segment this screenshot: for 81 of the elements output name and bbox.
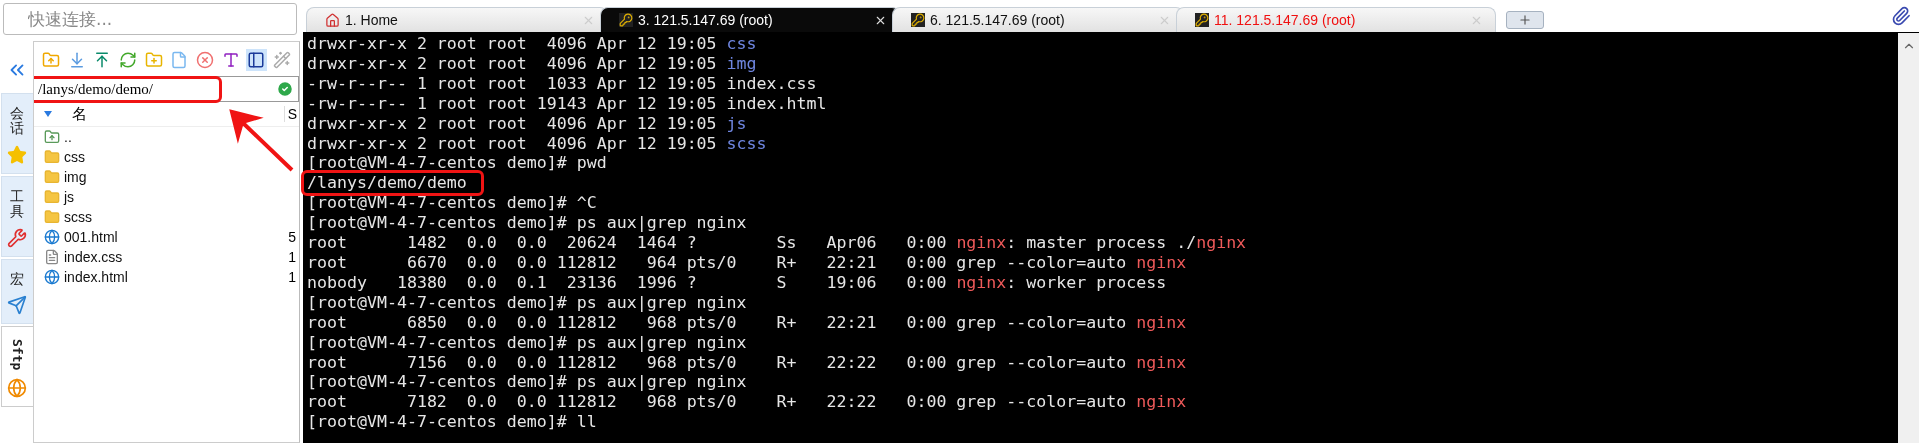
terminal-line: root 1482 0.0 0.0 20624 1464 ? Ss Apr06 0:00 nginx: master process ./nginx (307, 233, 1247, 253)
key-icon (1195, 13, 1209, 27)
side-tab-label: Sftp (9, 338, 25, 371)
delete-icon (196, 51, 215, 69)
key-icon (911, 13, 925, 27)
side-tab[interactable]: 宏 (0, 258, 33, 324)
home-icon (325, 12, 340, 28)
star-icon (7, 144, 27, 165)
parent-folder-icon (44, 129, 60, 145)
terminal-line: drwxr-xr-x 2 root root 4096 Apr 12 19:05 js (307, 113, 747, 134)
plus-icon (1518, 13, 1532, 27)
path-text: /lanys/demo/demo/ (34, 78, 219, 100)
folder-icon (44, 169, 60, 185)
terminal-line: -rw-r--r-- 1 root root 19143 Apr 12 19:05 index.html (307, 93, 827, 114)
tab-label: 1. Home (345, 12, 399, 28)
terminal-line: [root@VM-4-7-centos demo]# ll (307, 412, 597, 433)
file-size: 1 (288, 249, 297, 265)
side-tab[interactable]: 会话 (0, 93, 33, 174)
terminal-line: nobody 18380 0.0 0.1 23136 1996 ? S 19:06 0:00 nginx: worker process (307, 272, 1167, 293)
terminal-line: [root@VM-4-7-centos demo]# ps aux|grep nginx (307, 292, 747, 313)
panel-icon (247, 51, 266, 69)
paperclip-icon[interactable] (1891, 6, 1911, 26)
wand-icon (273, 51, 292, 69)
file-icon (170, 51, 189, 69)
tab-label: 6. 121.5.147.69 (root) (930, 12, 1066, 28)
tab-label: 11. 121.5.147.69 (root) (1214, 12, 1357, 28)
side-tab-label: 工具 (10, 188, 24, 220)
folder-icon (44, 189, 60, 205)
key-icon (619, 13, 633, 27)
panel-button[interactable] (245, 49, 268, 71)
file-name[interactable]: index.css (64, 249, 123, 265)
side-tab-label: 宏 (10, 271, 24, 287)
browser-file-icon (44, 229, 60, 245)
new-tab-button[interactable] (1506, 11, 1544, 29)
file-icon (44, 249, 60, 265)
terminal-line: [root@VM-4-7-centos demo]# ps aux|grep nginx (307, 332, 747, 353)
column-header[interactable]: S (283, 106, 299, 122)
terminal-line: [root@VM-4-7-centos demo]# pwd (307, 153, 607, 174)
path-field[interactable]: /lanys/demo/demo/ (34, 76, 299, 102)
file-name[interactable]: scss (64, 209, 92, 225)
file-size: 1 (288, 269, 297, 285)
sort-caret-icon (44, 111, 52, 117)
refresh-icon (118, 51, 137, 69)
tab-label: 3. 121.5.147.69 (root) (638, 12, 774, 28)
terminal-line: root 6670 0.0 0.0 112812 964 pts/0 R+ 22:21 0:00 grep --color=auto nginx (307, 252, 1187, 273)
check-icon[interactable] (276, 80, 294, 98)
terminal-line: root 6850 0.0 0.0 112812 968 pts/0 R+ 22:21 0:00 grep --color=auto nginx (307, 312, 1187, 333)
paper-plane-icon (7, 294, 27, 315)
file-size: 5 (288, 229, 297, 245)
text-icon (221, 51, 240, 69)
terminal-line: drwxr-xr-x 2 root root 4096 Apr 12 19:05 img (307, 53, 757, 74)
file-name[interactable]: 001.html (64, 229, 118, 245)
terminal-line: root 7156 0.0 0.0 112812 968 pts/0 R+ 22:22 0:00 grep --color=auto nginx (307, 352, 1187, 373)
folder-icon (44, 149, 60, 165)
wrench-icon (7, 227, 27, 248)
side-tab[interactable]: 工具 (0, 175, 33, 257)
session-tab[interactable]: 11. 121.5.147.69 (root) (1176, 7, 1496, 32)
browser-file-icon (44, 269, 60, 285)
file-name[interactable]: img (64, 169, 87, 185)
new-folder-icon (144, 51, 163, 69)
quick-connect-field[interactable]: 快速连接... (3, 3, 297, 35)
file-name[interactable]: .. (64, 129, 72, 145)
terminal-line: drwxr-xr-x 2 root root 4096 Apr 12 19:05 css (307, 34, 757, 54)
terminal-line: -rw-r--r-- 1 root root 1033 Apr 12 19:05 index.css (307, 73, 817, 94)
side-tab[interactable]: Sftp (0, 325, 33, 408)
folder-up-icon (41, 51, 60, 69)
column-header[interactable]: 名 (72, 104, 87, 124)
file-name[interactable]: css (64, 149, 85, 165)
terminal-line: drwxr-xr-x 2 root root 4096 Apr 12 19:05 scss (307, 133, 767, 154)
side-tab-label: 会话 (10, 106, 24, 137)
file-name[interactable]: js (64, 189, 75, 205)
terminal-line: [root@VM-4-7-centos demo]# ^C (307, 193, 597, 214)
terminal-line: /lanys/demo/demo (304, 173, 481, 194)
terminal-line: [root@VM-4-7-centos demo]# ps aux|grep nginx (307, 213, 747, 234)
globe-icon (7, 378, 27, 399)
terminal-line: [root@VM-4-7-centos demo]# ps aux|grep nginx (307, 372, 747, 393)
delete-button[interactable] (194, 49, 216, 71)
scrollbar[interactable] (1898, 33, 1919, 443)
terminal-line: root 7182 0.0 0.0 112812 968 pts/0 R+ 22:22 0:00 grep --color=auto nginx (307, 392, 1187, 413)
file-name[interactable]: index.html (64, 269, 128, 285)
folder-icon (44, 209, 60, 225)
